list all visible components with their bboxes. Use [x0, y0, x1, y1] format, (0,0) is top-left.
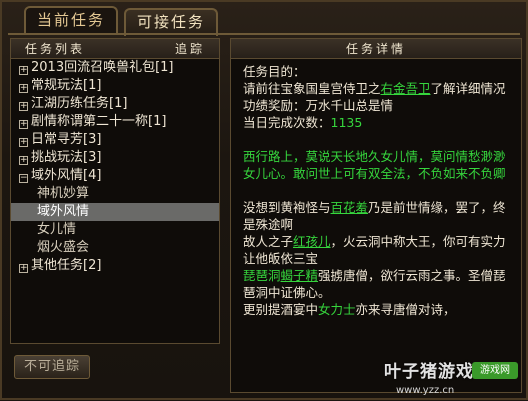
quest-tree-item[interactable]: + 常规玩法[1]: [11, 77, 219, 95]
quest-detail-header: 任务详情: [231, 39, 521, 59]
reward-text: 功绩奖励：万水千山总是情: [243, 98, 394, 113]
quest-tree-item[interactable]: + 挑战玩法[3]: [11, 149, 219, 167]
story-poem: 西行路上，莫说天长地久女儿情，莫问情愁渺渺女儿心。敢问世上可有双全法，不负如来不…: [243, 149, 506, 181]
expand-icon[interactable]: +: [19, 120, 28, 129]
quest-detail-panel: 任务详情 任务目的： 请前往宝象国皇宫侍卫之右金吾卫了解详细情况 功绩奖励：万水…: [230, 38, 522, 393]
npc-link-honghaier[interactable]: 红孩儿: [293, 234, 331, 249]
story-line-2-pre: 故人之子: [243, 234, 294, 249]
story-line-2: 故人之子红孩儿，火云洞中称大王，你可有实力让他皈依三宝: [243, 233, 513, 267]
goal-text-post: 了解详细情况: [430, 81, 506, 96]
quest-tree-item-label: 江湖历练任务[1]: [31, 96, 128, 111]
expand-icon[interactable]: +: [19, 102, 28, 111]
quest-tree-item-label: 域外风情: [37, 204, 90, 219]
quest-tree-item-label: 烟火盛会: [37, 240, 90, 255]
quest-tree-item[interactable]: 女儿情: [11, 221, 219, 239]
quest-tree-item[interactable]: + 剧情称谓第二十一称[1]: [11, 113, 219, 131]
watermark-title: 叶子猪游戏: [384, 362, 474, 382]
story-line-3-pre: 琵琶洞: [243, 268, 281, 283]
watermark-badge: 游戏网: [472, 362, 518, 379]
npc-link-xiezijing[interactable]: 蝎子精: [281, 268, 319, 283]
quest-tree-item-label: 域外风情[4]: [31, 168, 102, 183]
goal-label: 任务目的：: [243, 64, 306, 79]
tab-available-quests[interactable]: 可接任务: [124, 8, 218, 36]
story-line-4-pre: 更别提酒宴中: [243, 302, 319, 317]
story-line-1: 没想到黄袍怪与百花羞乃是前世情缘，罢了，终是殊途啊: [243, 199, 513, 233]
tab-current-quests[interactable]: 当前任务: [24, 6, 118, 34]
quest-tree-item[interactable]: 域外风情: [11, 203, 219, 221]
site-watermark: 叶子猪游戏 游戏网 www.yzz.cn: [384, 357, 524, 401]
expand-icon[interactable]: +: [19, 156, 28, 165]
quest-tree-item[interactable]: + 江湖历练任务[1]: [11, 95, 219, 113]
npc-link-baihuaxiu[interactable]: 百花羞: [331, 200, 369, 215]
collapse-icon[interactable]: −: [19, 174, 28, 183]
story-line-3: 琵琶洞蝎子精强掳唐僧，欲行云雨之事。圣僧琵琶洞中证佛心。: [243, 267, 513, 301]
quest-tree-item-label: 女儿情: [37, 222, 77, 237]
quest-tree-item-label: 剧情称谓第二十一称[1]: [31, 114, 167, 129]
quest-tree-item[interactable]: − 域外风情[4]: [11, 167, 219, 185]
quest-list-scrollbar[interactable]: [209, 61, 217, 339]
quest-window: 当前任务 可接任务 任务列表 追踪 +2013回流召唤兽礼包[1] + 常规玩法[1…: [0, 0, 528, 400]
story-line-4-post: 亦来寻唐僧对诗，: [355, 302, 456, 317]
watermark-url: www.yzz.cn: [396, 385, 455, 396]
expand-icon[interactable]: +: [19, 84, 28, 93]
quest-tree-item[interactable]: + 其他任务[2]: [11, 257, 219, 275]
story-line-1-pre: 没想到黄袍怪与: [243, 200, 331, 215]
quest-tree-item-label: 日常寻芳[3]: [31, 132, 102, 147]
tab-divider: [8, 33, 520, 35]
quest-tree-item-label: 其他任务[2]: [31, 258, 102, 273]
quest-list-panel: 任务列表 追踪 +2013回流召唤兽礼包[1] + 常规玩法[1] + 江湖历练任务[1…: [10, 38, 220, 344]
quest-tree: +2013回流召唤兽礼包[1] + 常规玩法[1] + 江湖历练任务[1] + 剧情称谓第二…: [11, 59, 219, 275]
expand-icon[interactable]: +: [19, 138, 28, 147]
quest-tree-item-label: 常规玩法[1]: [31, 78, 102, 93]
npc-link-nvlishi[interactable]: 女力士: [318, 302, 356, 317]
npc-link-youjinwuwei[interactable]: 右金吾卫: [381, 81, 431, 96]
quest-list-header: 任务列表 追踪: [11, 39, 219, 59]
quest-tree-item[interactable]: 烟火盛会: [11, 239, 219, 257]
story-line-4: 更别提酒宴中女力士亦来寻唐僧对诗，: [243, 301, 513, 318]
expand-icon[interactable]: +: [19, 66, 28, 75]
quest-list-title: 任务列表: [25, 42, 86, 56]
completion-value: 1135: [330, 115, 363, 130]
untrack-button[interactable]: 不可追踪: [14, 355, 90, 379]
completion-label: 当日完成次数：: [243, 115, 331, 130]
quest-tree-item[interactable]: +2013回流召唤兽礼包[1]: [11, 59, 219, 77]
quest-tree-item-label: 神机妙算: [37, 186, 90, 201]
quest-tree-item-label: 2013回流召唤兽礼包[1]: [31, 60, 174, 75]
track-column-label: 追踪: [174, 42, 205, 56]
quest-tree-item[interactable]: 神机妙算: [11, 185, 219, 203]
goal-text-pre: 请前往宝象国皇宫侍卫之: [243, 81, 381, 96]
quest-tree-item-label: 挑战玩法[3]: [31, 150, 102, 165]
completion-count: 当日完成次数：1135: [243, 114, 513, 131]
goal-text: 请前往宝象国皇宫侍卫之右金吾卫了解详细情况: [243, 80, 513, 97]
expand-icon[interactable]: +: [19, 264, 28, 273]
quest-tree-item[interactable]: + 日常寻芳[3]: [11, 131, 219, 149]
quest-detail-title: 任务详情: [345, 42, 406, 56]
quest-detail-body: 任务目的： 请前往宝象国皇宫侍卫之右金吾卫了解详细情况 功绩奖励：万水千山总是情…: [231, 59, 521, 318]
